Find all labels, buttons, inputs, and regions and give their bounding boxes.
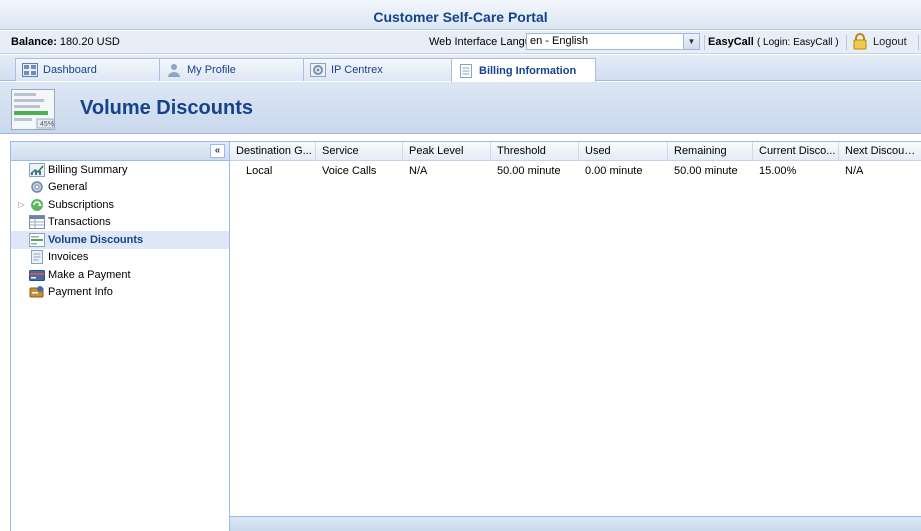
volume-discounts-grid: Destination G... Service Peak Level Thre… <box>230 141 921 531</box>
cell-service: Voice Calls <box>322 165 377 177</box>
sidebar-item-label: Payment Info <box>48 286 113 299</box>
logout-button[interactable]: Logout <box>852 33 907 50</box>
sidebar-item-make-a-payment[interactable]: ▷ Make a Payment <box>11 266 229 284</box>
sidebar-item-general[interactable]: ▷ General <box>11 179 229 197</box>
column-header-used[interactable]: Used <box>579 142 668 161</box>
column-header-service[interactable]: Service <box>316 142 403 161</box>
gear-icon <box>310 63 326 77</box>
payment-info-icon <box>29 286 44 298</box>
svg-text:45%: 45% <box>40 121 54 128</box>
tab-label: Dashboard <box>43 64 97 76</box>
portal-title: Customer Self-Care Portal <box>0 0 921 30</box>
balance: Balance: 180.20 USD <box>11 36 120 48</box>
page-header: 45% Volume Discounts <box>0 82 921 134</box>
user-info: EasyCall ( Login: EasyCall ) <box>708 36 839 48</box>
recycle-icon <box>31 198 43 211</box>
sidebar-item-subscriptions[interactable]: ▷ Subscriptions <box>11 196 229 214</box>
cell-current-discount: 15.00% <box>759 165 797 177</box>
sidebar-item-invoices[interactable]: ▷ Invoices <box>11 249 229 267</box>
column-header-current-discount[interactable]: Current Disco... <box>753 142 839 161</box>
sidebar-item-label: General <box>48 181 88 194</box>
balance-label: Balance: <box>11 36 57 48</box>
sidebar-item-label: Billing Summary <box>48 163 128 176</box>
sidebar-item-payment-info[interactable]: ▷ Payment Info <box>11 284 229 302</box>
sidebar-item-volume-discounts[interactable]: ▷ Volume Discounts <box>11 231 229 249</box>
gear-icon <box>31 181 43 193</box>
divider <box>918 35 919 50</box>
chart-icon <box>29 162 45 177</box>
sidebar-item-transactions[interactable]: ▷ Transactions <box>11 214 229 232</box>
status-bar: Balance: 180.20 USD Web Interface Langua… <box>0 31 921 54</box>
cell-destination-group: Local <box>246 165 273 177</box>
collapse-button[interactable]: « <box>210 144 225 158</box>
grid-header: Destination G... Service Peak Level Thre… <box>230 142 921 161</box>
tab-my-profile[interactable]: My Profile <box>159 58 305 81</box>
volume-discount-icon <box>29 232 45 247</box>
document-icon <box>460 63 472 78</box>
sidebar-item-label: Transactions <box>48 216 111 229</box>
user-icon <box>168 64 180 77</box>
tab-label: Billing Information <box>479 64 577 77</box>
sidebar-item-billing-summary[interactable]: ▷ Billing Summary <box>11 161 229 179</box>
sidebar-item-label: Invoices <box>48 251 89 264</box>
lock-icon <box>853 33 867 50</box>
table-icon <box>29 215 45 230</box>
column-header-destination-group[interactable]: Destination G... <box>230 142 316 161</box>
tab-label: My Profile <box>187 64 236 76</box>
volume-discount-icon: 45% <box>11 89 55 130</box>
cell-used: 0.00 minute <box>585 165 643 177</box>
sidebar-header: « <box>11 142 229 161</box>
sidebar-item-label: Volume Discounts <box>48 233 144 246</box>
balance-value: 180.20 USD <box>59 36 120 48</box>
divider <box>704 35 705 50</box>
language-select[interactable]: en - English ▼ <box>526 33 700 50</box>
language-value: en - English <box>530 35 589 47</box>
login-info: ( Login: EasyCall ) <box>756 37 839 48</box>
main-tab-strip: Dashboard My Profile IP Centrex Billing … <box>0 55 921 82</box>
cell-threshold: 50.00 minute <box>497 165 561 177</box>
dashboard-icon <box>22 63 38 77</box>
user-name: EasyCall <box>708 36 754 48</box>
credit-card-icon <box>29 269 45 281</box>
invoice-icon <box>31 250 43 265</box>
grid-footer <box>230 516 921 531</box>
page-title: Volume Discounts <box>80 97 253 119</box>
sidebar-item-label: Make a Payment <box>48 268 131 281</box>
tab-billing-information[interactable]: Billing Information <box>451 58 596 82</box>
table-row[interactable]: Local Voice Calls N/A 50.00 minute 0.00 … <box>230 161 921 182</box>
sidebar: « ▷ Billing Summary ▷ General ▷ Subscrip… <box>10 141 230 531</box>
cell-remaining: 50.00 minute <box>674 165 738 177</box>
tab-dashboard[interactable]: Dashboard <box>15 58 161 81</box>
sidebar-item-label: Subscriptions <box>48 198 115 211</box>
tab-label: IP Centrex <box>331 64 383 76</box>
column-header-threshold[interactable]: Threshold <box>491 142 579 161</box>
column-header-peak-level[interactable]: Peak Level <box>403 142 491 161</box>
divider <box>846 35 847 50</box>
chevron-down-icon[interactable]: ▼ <box>683 34 699 49</box>
column-header-next-discount[interactable]: Next Discount... <box>839 142 921 161</box>
cell-peak-level: N/A <box>409 165 428 177</box>
cell-next-discount: N/A <box>845 165 864 177</box>
expand-arrow-icon[interactable]: ▷ <box>17 200 26 209</box>
logout-label: Logout <box>873 35 907 48</box>
tab-ip-centrex[interactable]: IP Centrex <box>303 58 453 81</box>
column-header-remaining[interactable]: Remaining <box>668 142 753 161</box>
